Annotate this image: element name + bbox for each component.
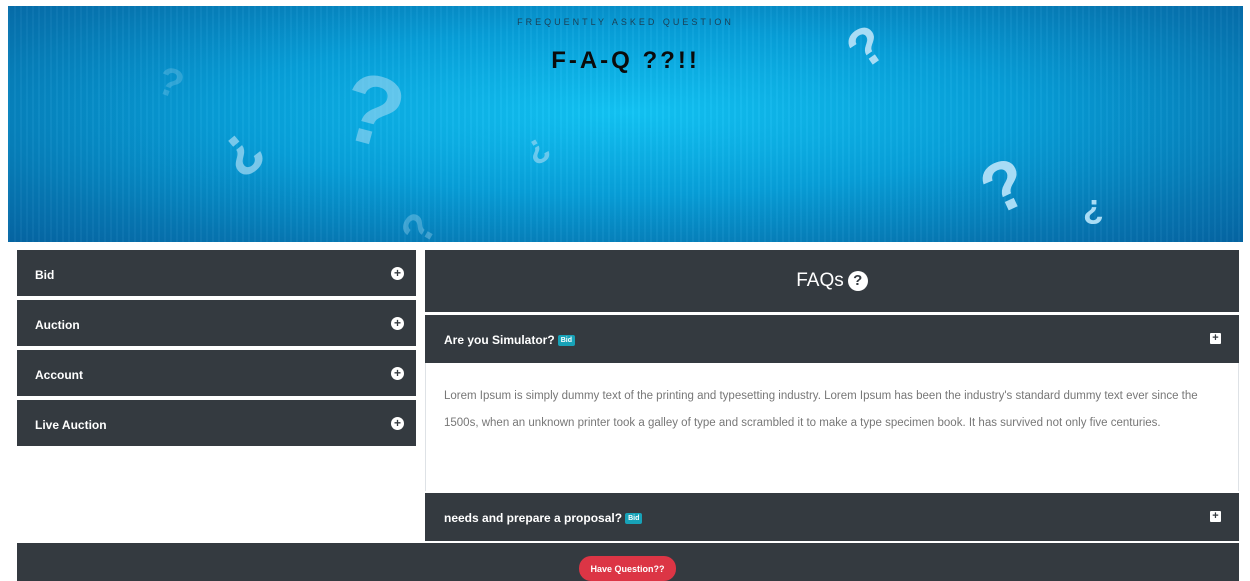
question-mark-decoration: ¿ [1083,188,1104,226]
faq-answer: Lorem Ipsum is simply dummy text of the … [444,390,1198,429]
faq-question-text: needs and prepare a proposal? [444,511,623,525]
sidebar-item-live-auction[interactable]: Live Auction + [17,400,416,448]
faq-item-header[interactable]: needs and prepare a proposal? Bid + [425,493,1239,541]
question-mark-decoration: ? [968,141,1041,231]
sidebar-item-auction[interactable]: Auction + [17,300,416,348]
category-badge: Bid [557,335,575,346]
faq-item-header[interactable]: Are you Simulator? Bid + [425,315,1239,363]
sidebar-item-bid[interactable]: Bid + [17,250,416,298]
faq-question-text: Are you Simulator? [444,333,555,347]
hero-subtitle: FREQUENTLY ASKED QUESTION [517,17,734,27]
plus-circle-icon[interactable]: + [391,267,404,280]
sidebar-item-label: Bid [35,268,55,282]
faq-question: needs and prepare a proposal? Bid [444,511,643,525]
plus-circle-icon[interactable]: + [391,367,404,380]
sidebar-item-account[interactable]: Account + [17,350,416,398]
question-mark-decoration: ? [391,204,447,242]
question-mark-decoration: ¿ [517,125,555,169]
plus-circle-icon[interactable]: + [391,317,404,330]
sidebar-item-label: Live Auction [35,418,107,432]
plus-circle-icon[interactable]: + [391,417,404,430]
question-mark-decoration: ¿ [203,111,273,184]
faq-answer-panel: Lorem Ipsum is simply dummy text of the … [425,363,1239,491]
hero-title: F-A-Q ??!! [551,47,700,74]
sidebar-item-label: Account [35,368,83,382]
faq-heading-text: FAQs [796,270,844,291]
plus-square-icon[interactable]: + [1210,333,1221,344]
faq-heading-panel: FAQs? [425,250,1239,312]
sidebar-item-label: Auction [35,318,80,332]
hero-banner: ? ? ¿ ¿ ? ¿ ? ? FREQUENTLY ASKED QUESTIO… [8,6,1243,242]
plus-square-icon[interactable]: + [1210,511,1221,522]
have-question-button[interactable]: Have Question?? [579,556,676,581]
faq-question: Are you Simulator? Bid [444,333,575,347]
faq-heading: FAQs? [425,270,1239,292]
category-badge: Bid [625,513,643,524]
footer-bar: Have Question?? [17,543,1239,581]
question-circle-icon: ? [847,271,868,291]
